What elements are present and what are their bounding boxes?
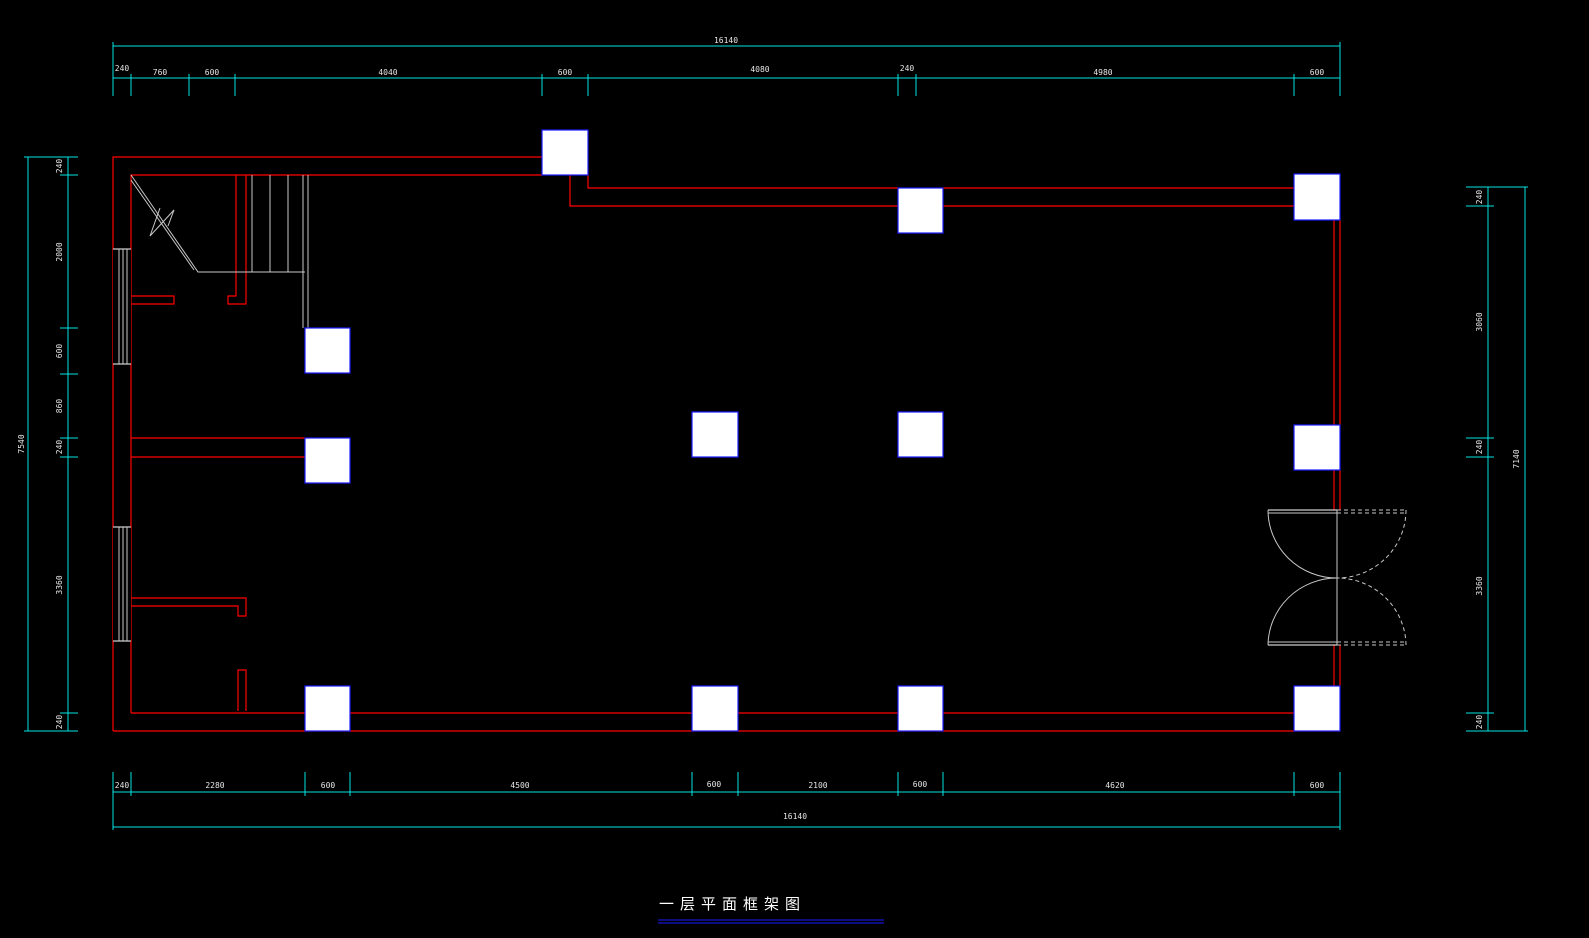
- column-bottom-4: [1293, 685, 1341, 732]
- top-seg-6: 4080: [750, 65, 769, 74]
- columns: [304, 129, 1341, 732]
- left-seg-7: 240: [55, 715, 64, 730]
- column-bottom-3: [897, 685, 944, 732]
- top-seg-7: 240: [900, 64, 915, 73]
- left-seg-2: 2000: [55, 242, 64, 261]
- bottom-seg-8: 4620: [1105, 781, 1124, 790]
- left-seg-6: 3360: [55, 575, 64, 594]
- top-dimension-chain: 16140 240 760 600 4040 600 4080 240 4980…: [112, 36, 1341, 96]
- top-seg-2: 760: [153, 68, 168, 77]
- drawing-title: 一层平面框架图: [658, 895, 884, 924]
- left-dimension-chain: 7540 240 2000 600 860 240 3360 240: [17, 156, 78, 732]
- column-top-3: [1293, 173, 1341, 221]
- top-seg-4: 4040: [378, 68, 397, 77]
- right-seg-4: 3360: [1475, 576, 1484, 595]
- bottom-total-label: 16140: [783, 812, 807, 821]
- drawing-title-text: 一层平面框架图: [659, 895, 806, 913]
- right-dimension-chain: 240 3060 240 3360 240 7140: [1466, 186, 1528, 732]
- bottom-seg-4: 4500: [510, 781, 529, 790]
- stair: [130, 174, 309, 328]
- right-total-label: 7140: [1512, 449, 1521, 468]
- top-seg-3: 600: [205, 68, 220, 77]
- column-bottom-1: [304, 685, 351, 732]
- top-seg-1: 240: [115, 64, 130, 73]
- left-seg-1: 240: [55, 159, 64, 174]
- top-seg-9: 600: [1310, 68, 1325, 77]
- left-total-label: 7540: [17, 434, 26, 453]
- left-seg-4: 860: [55, 399, 64, 414]
- column-mid-1: [691, 411, 739, 458]
- left-windows: [113, 248, 131, 642]
- floor-plan-drawing: 16140 240 760 600 4040 600 4080 240 4980…: [17, 36, 1528, 924]
- bottom-seg-9: 600: [1310, 781, 1325, 790]
- right-seg-1: 240: [1475, 190, 1484, 205]
- bottom-seg-3: 600: [321, 781, 336, 790]
- bottom-seg-7: 600: [913, 780, 928, 789]
- top-total-label: 16140: [714, 36, 738, 45]
- top-seg-5: 600: [558, 68, 573, 77]
- bottom-seg-2: 2280: [205, 781, 224, 790]
- bottom-seg-1: 240: [115, 781, 130, 790]
- right-seg-3: 240: [1475, 440, 1484, 455]
- column-right-mid: [1293, 424, 1341, 471]
- column-left-2: [304, 437, 351, 484]
- column-mid-2: [897, 411, 944, 458]
- bottom-seg-6: 2100: [808, 781, 827, 790]
- bottom-dimension-chain: 240 2280 600 4500 600 2100 600 4620 600 …: [112, 772, 1341, 830]
- bottom-seg-5: 600: [707, 780, 722, 789]
- right-seg-5: 240: [1475, 715, 1484, 730]
- column-top-2: [897, 187, 944, 234]
- top-seg-8: 4980: [1093, 68, 1112, 77]
- right-seg-2: 3060: [1475, 312, 1484, 331]
- double-door: [1267, 509, 1407, 646]
- left-seg-5: 240: [55, 440, 64, 455]
- left-seg-3: 600: [55, 344, 64, 359]
- column-bottom-2: [691, 685, 739, 732]
- column-top-1: [541, 129, 589, 176]
- column-left-1: [304, 327, 351, 374]
